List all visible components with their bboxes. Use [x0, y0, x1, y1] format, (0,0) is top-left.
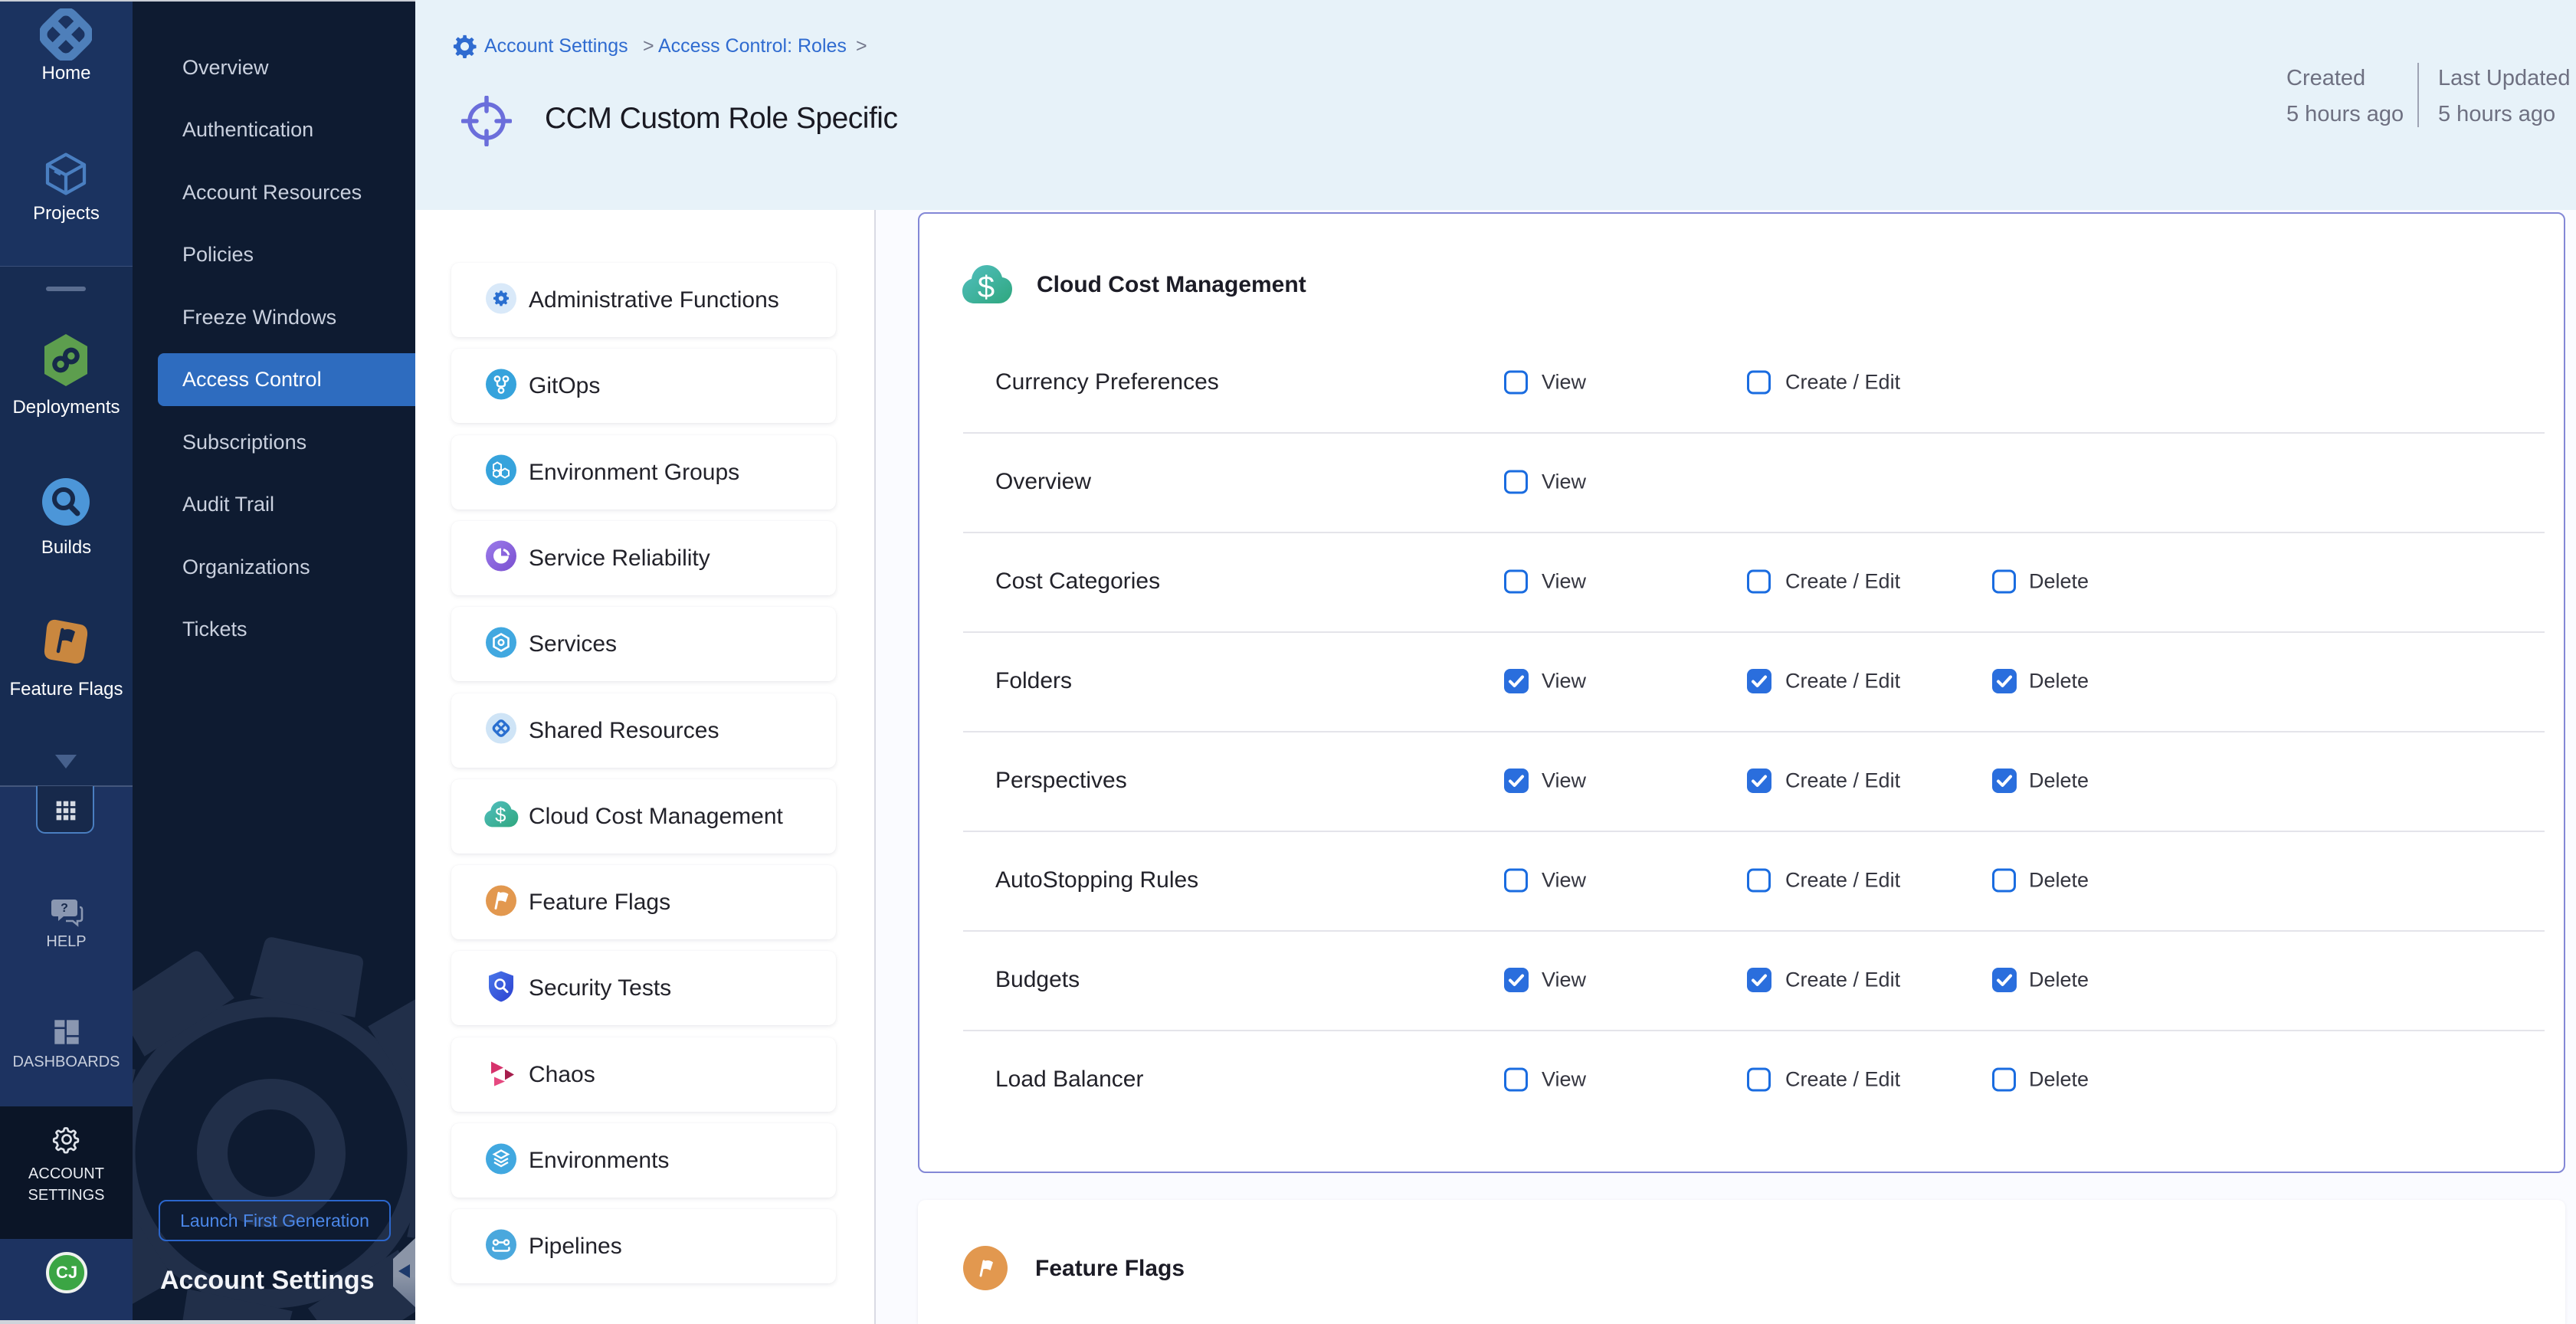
svg-text:?: ? [61, 902, 68, 915]
svg-text:$: $ [978, 270, 995, 304]
svg-text:$: $ [495, 805, 506, 827]
